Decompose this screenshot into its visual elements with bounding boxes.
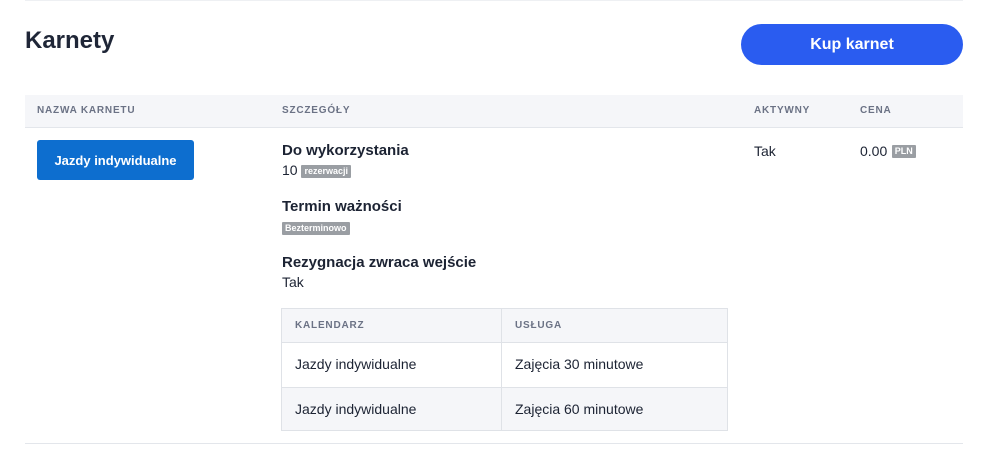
services-cell-service: Zajęcia 60 minutowe	[515, 401, 644, 417]
active-value: Tak	[754, 143, 776, 159]
table-header: NAZWA KARNETU SZCZEGÓŁY AKTYWNY CENA	[25, 95, 963, 128]
currency-badge: PLN	[891, 145, 916, 159]
top-divider	[25, 0, 963, 1]
column-header-active: AKTYWNY	[754, 105, 811, 116]
services-header-service: USŁUGA	[515, 320, 563, 331]
services-cell-calendar: Jazdy indywidualne	[295, 401, 417, 417]
services-header-calendar: KALENDARZ	[295, 320, 365, 331]
column-header-details: SZCZEGÓŁY	[282, 105, 351, 116]
services-cell-service: Zajęcia 30 minutowe	[515, 356, 644, 372]
pass-name-button[interactable]: Jazdy indywidualne	[37, 140, 194, 180]
table-bottom-divider	[25, 443, 963, 444]
price-cell: 0.00 PLN	[860, 143, 916, 161]
validity-badge: Bezterminowo	[282, 222, 350, 236]
cancel-title: Rezygnacja zwraca wejście	[282, 254, 477, 271]
usage-title: Do wykorzystania	[282, 142, 409, 159]
usage-unit-badge: rezerwacji	[301, 164, 351, 178]
validity-line: Bezterminowo	[282, 220, 350, 238]
column-header-price: CENA	[860, 105, 892, 116]
cancel-value: Tak	[282, 274, 304, 290]
services-table-header: KALENDARZ USŁUGA	[282, 309, 727, 343]
column-header-name: NAZWA KARNETU	[37, 105, 136, 116]
services-row: Jazdy indywidualne Zajęcia 60 minutowe	[282, 388, 727, 430]
services-row: Jazdy indywidualne Zajęcia 30 minutowe	[282, 343, 727, 388]
services-cell-calendar: Jazdy indywidualne	[295, 356, 417, 372]
price-value: 0.00	[860, 143, 888, 159]
usage-value: 10	[282, 162, 298, 178]
services-column-divider	[501, 309, 502, 430]
services-table: KALENDARZ USŁUGA Jazdy indywidualne Zaję…	[281, 308, 728, 431]
page-title: Karnety	[25, 27, 115, 54]
buy-pass-button[interactable]: Kup karnet	[741, 24, 963, 65]
validity-title: Termin ważności	[282, 198, 402, 215]
usage-value-line: 10 rezerwacji	[282, 162, 351, 178]
